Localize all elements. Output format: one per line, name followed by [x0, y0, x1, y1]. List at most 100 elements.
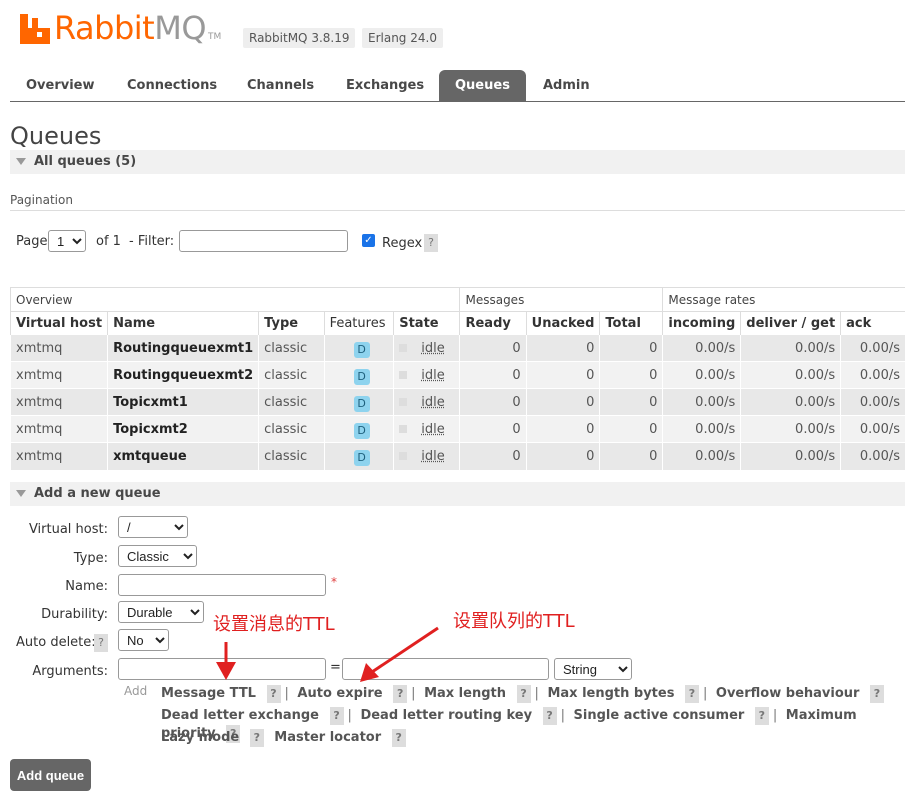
cell-total: 0: [599, 442, 663, 470]
arg-master-locator[interactable]: Master locator: [274, 730, 381, 745]
argument-key-input[interactable]: [118, 658, 326, 680]
add-queue-button[interactable]: Add queue: [10, 759, 91, 791]
arg-message-ttl[interactable]: Message TTL: [161, 686, 256, 701]
cell-ready: 0: [459, 415, 527, 443]
arg-auto-expire[interactable]: Auto expire: [297, 686, 382, 701]
table-row[interactable]: xmtmq xmtqueue classic D idle 0 0 0 0.00…: [9, 442, 905, 470]
arg-single-active-consumer[interactable]: Single active consumer: [574, 708, 745, 723]
regex-checkbox[interactable]: ✓: [362, 234, 375, 247]
argument-type-select[interactable]: String: [554, 658, 632, 680]
regex-label: Regex: [382, 236, 423, 251]
durable-badge: D: [353, 395, 370, 412]
table-row[interactable]: xmtmq Routingqueuexmt1 classic D idle 0 …: [9, 334, 905, 362]
col-type[interactable]: Type: [258, 311, 325, 335]
cell-type: classic: [258, 361, 325, 389]
annotation-message-ttl: 设置消息的TTL: [213, 614, 335, 635]
help-icon[interactable]: ?: [542, 707, 557, 725]
cell-deliver-get: 0.00/s: [740, 388, 841, 416]
queue-name-input[interactable]: [118, 574, 326, 596]
arg-overflow-behaviour[interactable]: Overflow behaviour: [716, 686, 860, 701]
cell-features: D: [323, 415, 394, 443]
col-state[interactable]: State: [393, 311, 460, 335]
cell-deliver-get: 0.00/s: [740, 415, 841, 443]
tab-admin[interactable]: Admin: [527, 70, 606, 101]
tab-exchanges[interactable]: Exchanges: [330, 70, 440, 101]
tab-overview[interactable]: Overview: [10, 70, 111, 101]
required-mark: *: [331, 575, 337, 589]
col-incoming[interactable]: incoming: [662, 311, 741, 335]
group-header-message-rates: Message rates: [662, 287, 905, 312]
arg-lazy-mode[interactable]: Lazy mode: [161, 730, 239, 745]
tab-channels[interactable]: Channels: [231, 70, 330, 101]
auto-delete-help-icon[interactable]: ?: [94, 634, 108, 652]
cell-vhost: xmtmq: [9, 415, 108, 443]
pagination-title: Pagination: [10, 193, 73, 207]
queue-name-link[interactable]: Topicxmt1: [107, 388, 259, 416]
cell-deliver-get: 0.00/s: [740, 334, 841, 362]
help-icon[interactable]: ?: [249, 729, 264, 747]
state-indicator-icon: [399, 344, 408, 352]
page-select[interactable]: 1: [48, 230, 86, 252]
cell-type: classic: [258, 415, 325, 443]
regex-help-icon[interactable]: ?: [424, 234, 438, 252]
add-argument-link[interactable]: Add: [124, 684, 147, 698]
col-ack[interactable]: ack: [840, 311, 905, 335]
filter-label: - Filter:: [129, 234, 175, 249]
col-features: Features: [323, 311, 394, 335]
cell-state: idle: [393, 442, 460, 470]
help-icon[interactable]: ?: [516, 685, 531, 703]
page-label: Page: [16, 234, 48, 249]
col-total[interactable]: Total: [599, 311, 663, 335]
cell-unacked: 0: [525, 415, 600, 443]
virtual-host-select[interactable]: /: [118, 516, 188, 538]
cell-state: idle: [393, 388, 460, 416]
state-indicator-icon: [399, 425, 408, 433]
arg-max-length-bytes[interactable]: Max length bytes: [547, 686, 674, 701]
cell-features: D: [323, 334, 394, 362]
durability-select[interactable]: Durable: [118, 601, 204, 623]
argument-value-input[interactable]: [342, 658, 549, 680]
help-icon[interactable]: ?: [391, 729, 406, 747]
page-of-label: of 1: [96, 234, 121, 249]
type-select[interactable]: Classic: [118, 545, 197, 567]
help-icon[interactable]: ?: [684, 685, 699, 703]
queue-name-link[interactable]: Routingqueuexmt1: [107, 334, 259, 362]
filter-input[interactable]: [179, 230, 348, 252]
col-unacked[interactable]: Unacked: [525, 311, 600, 335]
table-row[interactable]: xmtmq Topicxmt2 classic D idle 0 0 0 0.0…: [9, 415, 905, 443]
auto-delete-select[interactable]: No: [118, 629, 169, 651]
rabbitmq-logo[interactable]: Rabbit MQ TM: [20, 12, 221, 44]
arg-max-length[interactable]: Max length: [424, 686, 506, 701]
all-queues-section-toggle[interactable]: All queues (5): [10, 150, 905, 174]
group-header-overview: Overview: [9, 287, 460, 312]
help-icon[interactable]: ?: [329, 707, 344, 725]
tab-connections[interactable]: Connections: [111, 70, 233, 101]
queue-name-link[interactable]: Topicxmt2: [107, 415, 259, 443]
help-icon[interactable]: ?: [266, 685, 281, 703]
cell-ack: 0.00/s: [840, 442, 905, 470]
state-text: idle: [421, 421, 445, 437]
table-row[interactable]: xmtmq Routingqueuexmt2 classic D idle 0 …: [9, 361, 905, 389]
state-text: idle: [421, 367, 445, 383]
help-icon[interactable]: ?: [754, 707, 769, 725]
cell-ready: 0: [459, 334, 527, 362]
arg-dead-letter-exchange[interactable]: Dead letter exchange: [161, 708, 319, 723]
col-name[interactable]: Name: [107, 311, 259, 335]
cell-unacked: 0: [525, 442, 600, 470]
durable-badge: D: [353, 368, 370, 385]
cell-vhost: xmtmq: [9, 388, 108, 416]
argument-equals: =: [330, 660, 341, 675]
queue-name-link[interactable]: Routingqueuexmt2: [107, 361, 259, 389]
arg-dead-letter-routing-key[interactable]: Dead letter routing key: [360, 708, 532, 723]
help-icon[interactable]: ?: [393, 685, 408, 703]
col-ready[interactable]: Ready: [459, 311, 527, 335]
table-row[interactable]: xmtmq Topicxmt1 classic D idle 0 0 0 0.0…: [9, 388, 905, 416]
help-icon[interactable]: ?: [869, 685, 884, 703]
add-queue-section-toggle[interactable]: Add a new queue: [10, 482, 905, 506]
queue-name-link[interactable]: xmtqueue: [107, 442, 259, 470]
tab-queues[interactable]: Queues: [439, 70, 526, 101]
col-virtual-host[interactable]: Virtual host: [9, 311, 108, 335]
auto-delete-label: Auto delete:: [16, 635, 96, 650]
col-deliver-get[interactable]: deliver / get: [740, 311, 841, 335]
state-indicator-icon: [399, 398, 408, 406]
